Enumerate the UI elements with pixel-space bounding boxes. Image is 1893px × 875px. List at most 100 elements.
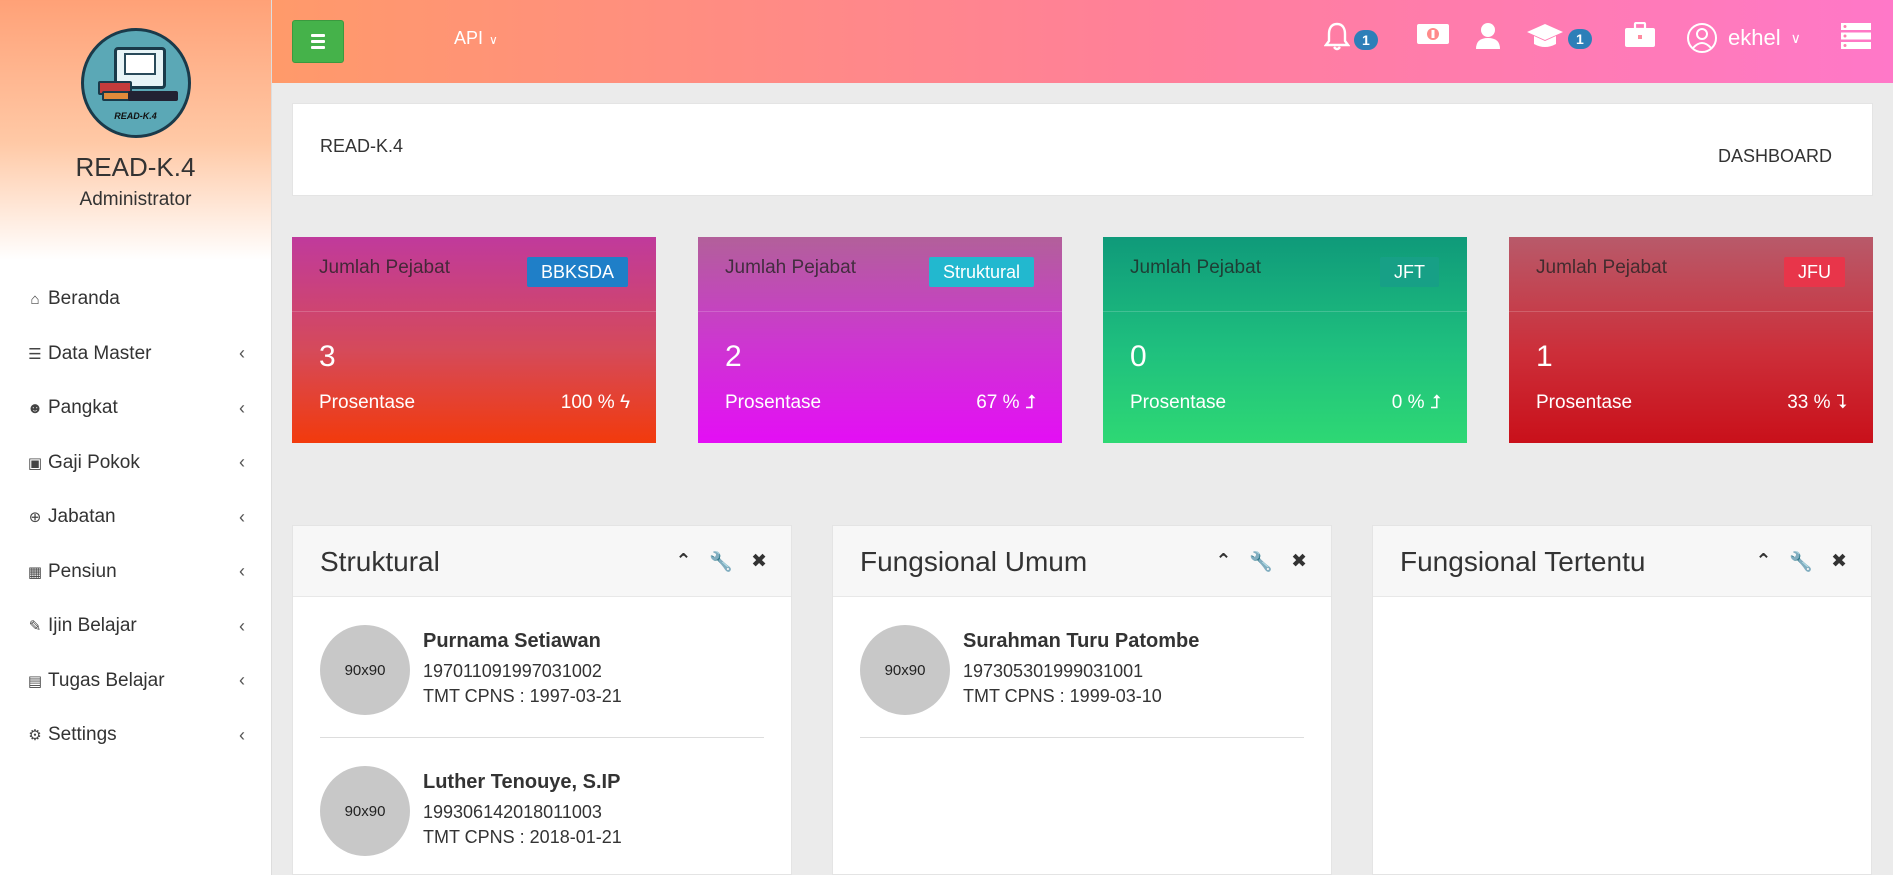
close-icon[interactable]: ✖: [1831, 550, 1847, 574]
chevron-left-icon: ‹: [239, 506, 245, 527]
person-tmt: TMT CPNS : 1999-03-10: [963, 686, 1162, 706]
sidebar-menu: ⌂ Beranda ☰ Data Master ‹ ☻ Pangkat ‹ ▣ Gaji Poko…: [0, 272, 271, 763]
person-tmt: TMT CPNS : 2018-01-21: [423, 827, 622, 847]
menu-bar-icon: [311, 46, 325, 49]
graduation-cap-icon: [1527, 24, 1563, 47]
database-icon: ☰: [28, 345, 42, 363]
sidebar-item-pensiun[interactable]: ▦ Pensiun ‹: [0, 545, 271, 600]
stat-value: 0: [1130, 340, 1147, 373]
wrench-icon[interactable]: 🔧: [1249, 550, 1273, 574]
list-item: 90x90 Surahman Turu Patombe 19730530199903…: [860, 597, 1304, 738]
list-item: 90x90 Purnama Setiawan 197011091997031002 T…: [320, 597, 764, 738]
list-item: 90x90 Luther Tenouye, S.IP 199306142018011…: [320, 738, 764, 875]
app-name: READ-K.4: [75, 152, 196, 182]
study-button[interactable]: 1: [1526, 22, 1592, 50]
calendar-icon: ▦: [27, 563, 43, 581]
menu-bar-icon: [311, 40, 325, 43]
chevron-left-icon: ‹: [239, 452, 245, 473]
chevron-down-icon: ∨: [489, 33, 498, 47]
home-icon: ⌂: [30, 290, 40, 308]
breadcrumb[interactable]: DASHBOARD: [1718, 146, 1832, 167]
stat-label: Jumlah Pejabat: [1130, 257, 1261, 278]
stat-percent: 33 % ⮧: [1787, 392, 1847, 413]
sidebar-item-beranda[interactable]: ⌂ Beranda: [0, 272, 271, 327]
page-title: READ-K.4: [320, 136, 404, 156]
sidebar-item-gaji-pokok[interactable]: ▣ Gaji Pokok ‹: [0, 436, 271, 491]
sidebar-item-label: Beranda: [48, 288, 120, 310]
profile-button[interactable]: [1475, 22, 1501, 50]
sidebar-item-ijin-belajar[interactable]: ✎ Ijin Belajar ‹: [0, 599, 271, 654]
stat-percent-label: Prosentase: [319, 392, 416, 413]
sidebar-item-label: Pensiun: [48, 560, 117, 582]
panel-title: Fungsional Tertentu: [1400, 546, 1646, 577]
person-name[interactable]: Purnama Setiawan: [423, 630, 601, 653]
close-icon[interactable]: ✖: [751, 550, 767, 574]
person-name[interactable]: Luther Tenouye, S.IP: [423, 771, 620, 794]
arrow-down-icon: ⮧: [1835, 392, 1847, 413]
sidebar: READ-K.4 READ-K.4 Administrator ⌂ Beranda…: [0, 0, 272, 875]
person-list: 90x90 Purnama Setiawan 197011091997031002 T…: [293, 597, 791, 875]
collapse-icon[interactable]: ⌃: [1215, 550, 1231, 574]
plus-circle-icon: ⊕: [28, 509, 42, 527]
cogs-icon: ⚙: [28, 727, 42, 745]
avatar: 90x90: [860, 625, 950, 715]
stat-value: 3: [319, 340, 336, 373]
sidebar-item-settings[interactable]: ⚙ Settings ‹: [0, 708, 271, 763]
stat-percent: 100 % ϟ: [560, 392, 630, 413]
chevron-down-icon: ∨: [1790, 29, 1801, 46]
user-dropdown[interactable]: ekhel ∨: [1686, 22, 1801, 54]
logo-book: [123, 53, 156, 75]
stat-label: Jumlah Pejabat: [1536, 257, 1667, 278]
sidebar-item-label: Tugas Belajar: [48, 669, 165, 691]
arrow-up-icon: ⮥: [1429, 392, 1441, 413]
close-icon[interactable]: ✖: [1291, 550, 1307, 574]
user-name: ekhel: [1728, 25, 1781, 50]
chevron-left-icon: ‹: [239, 343, 245, 364]
stat-value: 2: [725, 340, 742, 373]
sidebar-item-label: Settings: [48, 724, 117, 746]
avatar: 90x90: [320, 766, 410, 856]
collapse-icon[interactable]: ⌃: [675, 550, 691, 574]
page-header: READ-K.4 DASHBOARD: [292, 103, 1873, 196]
logo-keyboard: [127, 91, 178, 101]
sidebar-item-pangkat[interactable]: ☻ Pangkat ‹: [0, 381, 271, 436]
wrench-icon[interactable]: 🔧: [1789, 550, 1813, 574]
collapse-icon[interactable]: ⌃: [1755, 550, 1771, 574]
person-list: 90x90 Surahman Turu Patombe 19730530199903…: [833, 597, 1331, 738]
salary-button[interactable]: [1416, 22, 1450, 46]
chevron-left-icon: ‹: [239, 724, 245, 745]
briefcase-icon: [1625, 22, 1655, 47]
sidebar-item-jabatan[interactable]: ⊕ Jabatan ‹: [0, 490, 271, 545]
sidebar-profile: READ-K.4 READ-K.4 Administrator: [0, 0, 271, 260]
stat-percent: 67 % ⮥: [976, 392, 1036, 413]
panel-title: Fungsional Umum: [860, 546, 1088, 577]
top-navbar: API ∨ 1 1 ekhel ∨: [272, 0, 1893, 83]
server-icon: [1841, 23, 1871, 49]
briefcase-icon: ▤: [27, 672, 43, 690]
sidebar-item-data-master[interactable]: ☰ Data Master ‹: [0, 327, 271, 382]
stat-card-jfu: Jumlah Pejabat JFU 1 Prosentase 33 % ⮧: [1509, 237, 1873, 443]
stat-card-bbksda: Jumlah Pejabat BBKSDA 3 Prosentase 100 %…: [292, 237, 656, 443]
user-circle-icon: [1687, 23, 1717, 53]
panel-fungsional-umum: Fungsional Umum ⌃ 🔧 ✖ 90x90 Surahman Turu…: [832, 525, 1332, 875]
notifications-button[interactable]: 1: [1324, 22, 1378, 52]
sidebar-toggle-button[interactable]: [292, 20, 344, 63]
settings-panel-button[interactable]: [1840, 22, 1872, 50]
bell-icon: [1324, 22, 1350, 51]
sidebar-item-tugas-belajar[interactable]: ▤ Tugas Belajar ‹: [0, 654, 271, 709]
stat-percent: 0 % ⮥: [1391, 392, 1441, 413]
bolt-icon: ϟ: [619, 392, 630, 413]
sidebar-item-label: Data Master: [48, 342, 152, 364]
stat-tag: JFT: [1380, 257, 1439, 287]
person-name[interactable]: Surahman Turu Patombe: [963, 630, 1199, 653]
logo-text: READ-K.4: [114, 111, 157, 121]
api-dropdown[interactable]: API ∨: [454, 28, 498, 49]
money-icon: ▣: [27, 454, 43, 472]
sidebar-item-label: Ijin Belajar: [48, 615, 137, 637]
api-label: API: [454, 28, 484, 48]
chevron-left-icon: ‹: [239, 561, 245, 582]
notifications-badge: 1: [1354, 30, 1378, 50]
stat-tag: Struktural: [928, 257, 1034, 287]
wrench-icon[interactable]: 🔧: [709, 550, 733, 574]
task-button[interactable]: [1624, 22, 1656, 48]
